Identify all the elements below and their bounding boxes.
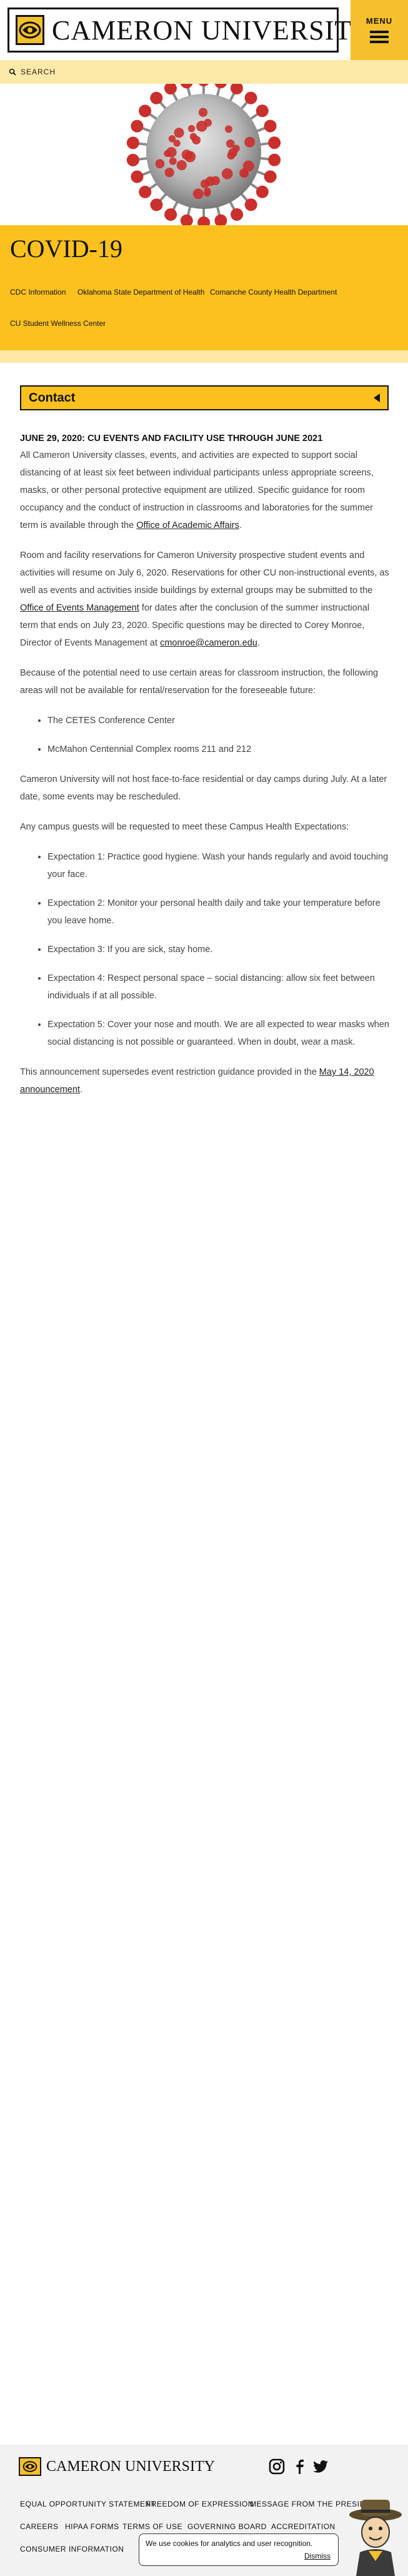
contact-label: Contact bbox=[29, 390, 76, 405]
link-cdc-information[interactable]: CDC Information bbox=[10, 288, 66, 297]
search-label: SEARCH bbox=[21, 68, 56, 76]
article-content: JUNE 29, 2020: CU EVENTS AND FACILITY US… bbox=[20, 430, 390, 1111]
list-item: McMahon Centennial Complex rooms 211 and… bbox=[47, 741, 390, 758]
menu-button[interactable]: MENU bbox=[351, 0, 408, 60]
unavailable-areas-list: The CETES Conference Center McMahon Cent… bbox=[47, 712, 390, 758]
text: This announcement supersedes event restr… bbox=[20, 1067, 319, 1077]
twitter-icon[interactable] bbox=[312, 2458, 329, 2475]
hamburger-line bbox=[370, 40, 389, 43]
site-header: CAMERON UNIVERSITY MENU bbox=[0, 0, 408, 60]
university-seal-icon bbox=[19, 2457, 41, 2476]
link-oklahoma-health[interactable]: Oklahoma State Department of Health bbox=[77, 288, 204, 297]
list-item: Expectation 2: Monitor your personal hea… bbox=[47, 895, 390, 930]
text: . bbox=[257, 638, 260, 648]
footer-logo-text: CAMERON UNIVERSITY bbox=[46, 2458, 215, 2475]
cookie-text: We use cookies for analytics and user re… bbox=[146, 2539, 313, 2548]
list-item: Expectation 3: If you are sick, stay hom… bbox=[47, 941, 390, 958]
expectations-list: Expectation 1: Practice good hygiene. Wa… bbox=[47, 848, 390, 1051]
events-management-link[interactable]: Office of Events Management bbox=[20, 603, 139, 613]
paragraph-6: This announcement supersedes event restr… bbox=[20, 1063, 390, 1098]
menu-label: MENU bbox=[366, 16, 393, 26]
link-comanche-health[interactable]: Comanche County Health Department bbox=[210, 288, 337, 297]
aggie-mascot-icon bbox=[349, 2500, 402, 2576]
university-logo[interactable]: CAMERON UNIVERSITY bbox=[7, 8, 372, 53]
hamburger-line bbox=[370, 35, 389, 38]
page-banner: COVID-19 CDC Information Oklahoma State … bbox=[0, 225, 408, 350]
footer-link-careers[interactable]: CAREERS bbox=[20, 2522, 59, 2531]
list-item: The CETES Conference Center bbox=[47, 712, 390, 729]
caret-left-icon bbox=[374, 393, 380, 402]
banner-bottom-strip bbox=[0, 350, 408, 363]
paragraph-5: Any campus guests will be requested to m… bbox=[20, 822, 349, 832]
cookie-banner: We use cookies for analytics and user re… bbox=[139, 2533, 339, 2566]
footer-link-terms-of-use[interactable]: TERMS OF USE bbox=[122, 2522, 182, 2531]
list-item: Expectation 4: Respect personal space – … bbox=[47, 970, 390, 1005]
coronavirus-illustration bbox=[126, 84, 281, 225]
logo-text: CAMERON UNIVERSITY bbox=[52, 14, 372, 46]
link-student-wellness[interactable]: CU Student Wellness Center bbox=[10, 319, 106, 328]
text: . bbox=[239, 520, 242, 530]
instagram-icon[interactable] bbox=[269, 2458, 285, 2475]
paragraph-3: Because of the potential need to use cer… bbox=[20, 668, 379, 696]
footer-link-consumer-information[interactable]: CONSUMER INFORMATION bbox=[20, 2545, 124, 2553]
list-item: Expectation 5: Cover your nose and mouth… bbox=[47, 1016, 390, 1051]
footer-link-accreditation[interactable]: ACCREDITATION bbox=[271, 2522, 336, 2531]
academic-affairs-link[interactable]: Office of Academic Affairs bbox=[136, 520, 239, 530]
page-title: COVID-19 bbox=[10, 235, 122, 263]
paragraph-4: Cameron University will not host face-to… bbox=[20, 774, 387, 802]
article-heading: JUNE 29, 2020: CU EVENTS AND FACILITY US… bbox=[20, 434, 323, 444]
hamburger-icon bbox=[370, 30, 389, 33]
footer-link-hipaa-forms[interactable]: HIPAA FORMS bbox=[65, 2522, 119, 2531]
facebook-icon[interactable] bbox=[291, 2458, 307, 2475]
footer-link-governing-board[interactable]: GOVERNING BOARD bbox=[187, 2522, 267, 2531]
dismiss-button[interactable]: Dismiss bbox=[304, 2552, 331, 2560]
footer-logo[interactable]: CAMERON UNIVERSITY bbox=[19, 2457, 215, 2476]
text: Room and facility reservations for Camer… bbox=[20, 550, 389, 596]
hero-image bbox=[0, 84, 408, 225]
email-link[interactable]: cmonroe@cameron.edu bbox=[160, 638, 257, 648]
search-icon bbox=[9, 68, 16, 76]
list-item: Expectation 1: Practice good hygiene. Wa… bbox=[47, 848, 390, 883]
footer-link-equal-opportunity[interactable]: EQUAL OPPORTUNITY STATEMENT bbox=[20, 2500, 156, 2508]
paragraph-2: Room and facility reservations for Camer… bbox=[20, 547, 390, 652]
paragraph-1: All Cameron University classes, events, … bbox=[20, 447, 390, 534]
search-bar[interactable]: SEARCH bbox=[0, 60, 408, 84]
university-seal-icon bbox=[16, 15, 44, 45]
contact-accordion[interactable]: Contact bbox=[20, 385, 389, 410]
footer-link-freedom-of-expression[interactable]: FREEDOM OF EXPRESSION bbox=[146, 2500, 254, 2508]
text: All Cameron University classes, events, … bbox=[20, 450, 374, 530]
text: . bbox=[79, 1085, 82, 1095]
